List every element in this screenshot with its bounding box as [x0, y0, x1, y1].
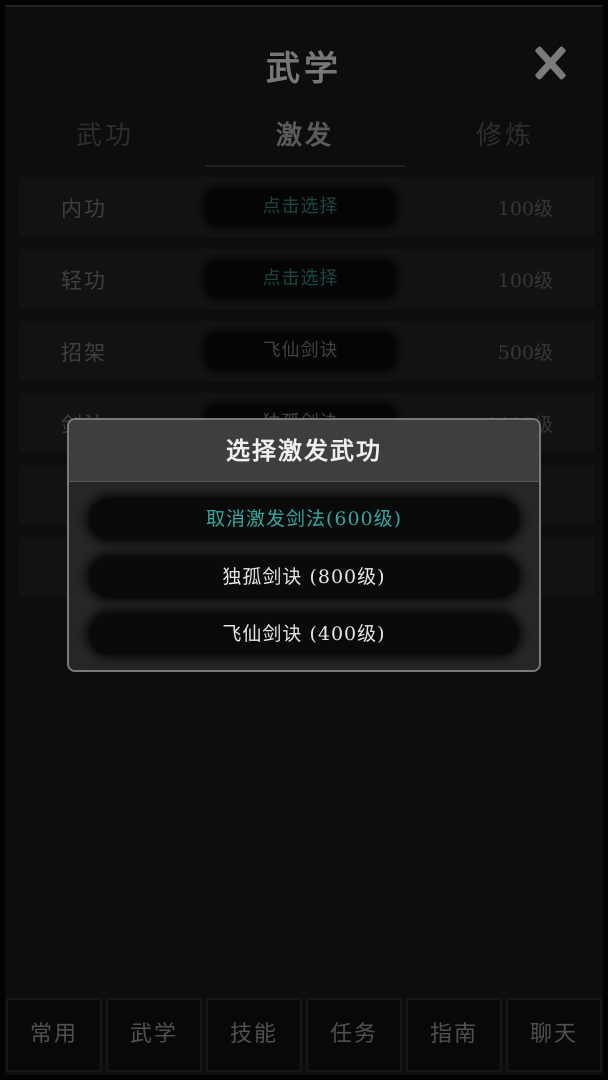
skill-option-feixian[interactable]: 飞仙剑诀 (400级)	[89, 613, 519, 655]
skill-option-dugu[interactable]: 独孤剑诀 (800级)	[89, 556, 519, 598]
select-skill-dialog: 选择激发武功 取消激发剑法(600级) 独孤剑诀 (800级) 飞仙剑诀 (40…	[67, 418, 541, 672]
cancel-activation-option[interactable]: 取消激发剑法(600级)	[89, 498, 519, 540]
dialog-title: 选择激发武功	[69, 420, 539, 482]
